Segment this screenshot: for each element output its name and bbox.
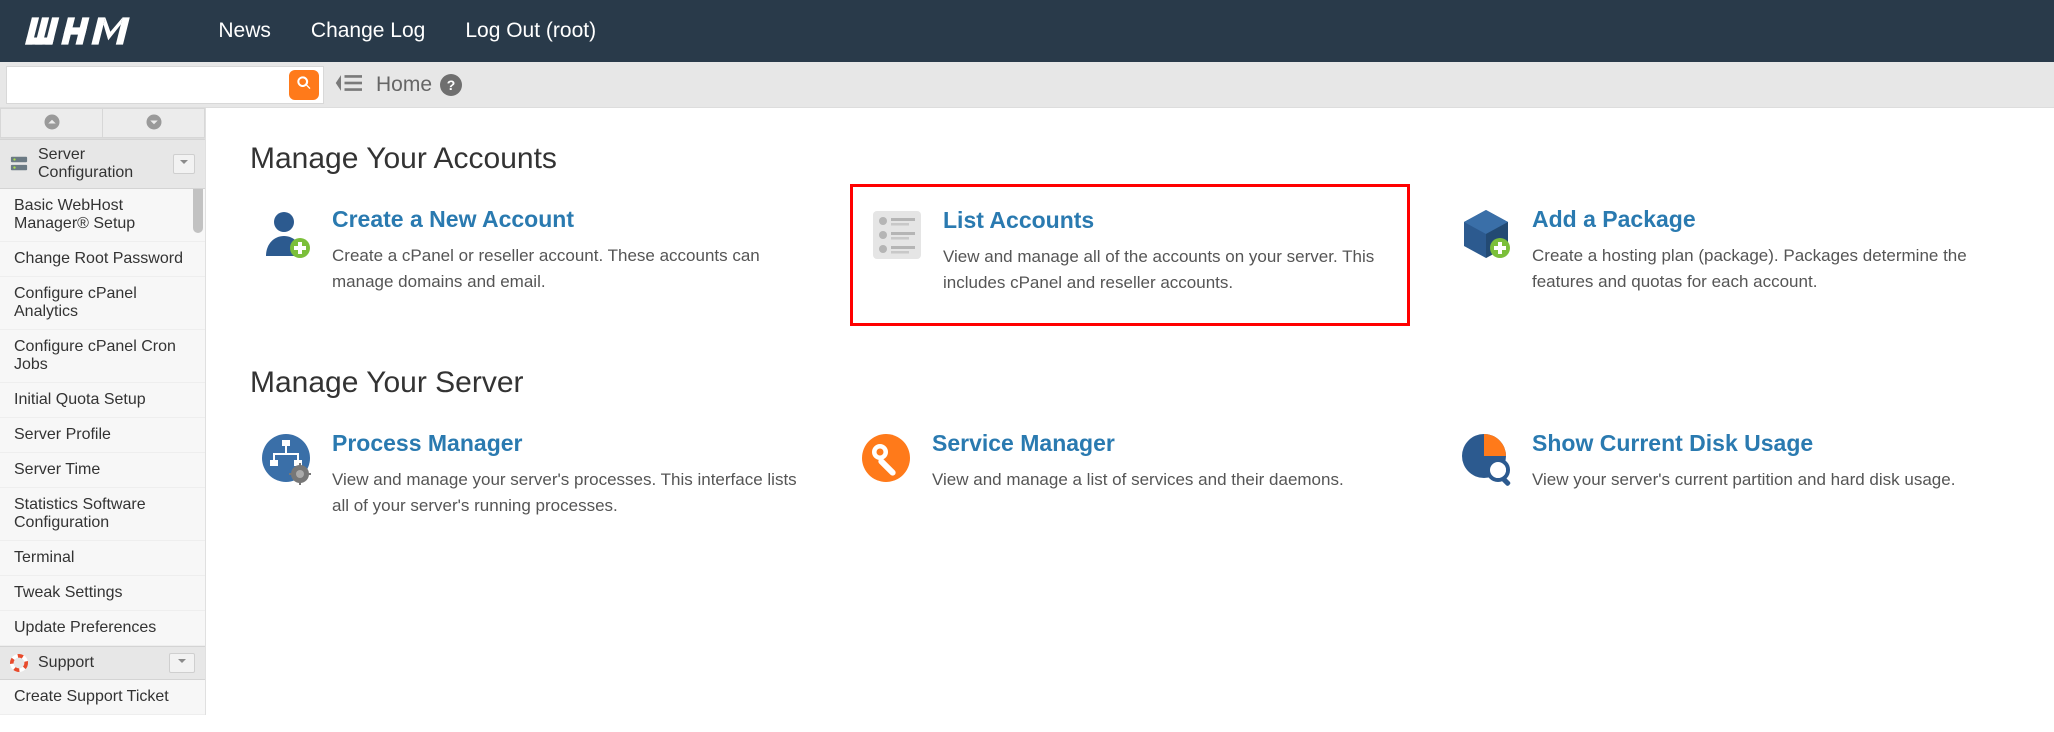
card-create-new-account[interactable]: Create a New Account Create a cPanel or …: [250, 198, 810, 326]
card-title[interactable]: List Accounts: [943, 207, 1391, 234]
sidebar-group-label: Support: [38, 654, 94, 672]
sidebar-item-server-time[interactable]: Server Time: [0, 453, 205, 488]
card-desc: View and manage all of the accounts on y…: [943, 244, 1391, 295]
chevron-up-icon: [43, 113, 61, 134]
search-box: [6, 66, 324, 104]
chevron-down-icon: [176, 654, 188, 672]
process-manager-icon: [258, 430, 314, 486]
search-input[interactable]: [15, 67, 283, 103]
search-button[interactable]: [289, 70, 319, 100]
nav-log-out[interactable]: Log Out (root): [465, 19, 596, 43]
sidebar-item-update-preferences[interactable]: Update Preferences: [0, 611, 205, 646]
sidebar-collapse-all[interactable]: [0, 108, 103, 138]
create-account-icon: [258, 206, 314, 262]
group-toggle[interactable]: [173, 154, 195, 174]
sidebar-item-terminal[interactable]: Terminal: [0, 541, 205, 576]
secondary-bar: Home ?: [0, 62, 2054, 108]
server-config-icon: [10, 155, 28, 173]
sidebar-group-support[interactable]: Support: [0, 646, 205, 680]
card-title[interactable]: Service Manager: [932, 430, 1402, 457]
list-accounts-icon: [869, 207, 925, 263]
cards-row-accounts: Create a New Account Create a cPanel or …: [250, 198, 2010, 326]
card-desc: View your server's current partition and…: [1532, 467, 2002, 493]
support-icon: [10, 654, 28, 672]
card-title[interactable]: Create a New Account: [332, 206, 802, 233]
sidebar-item-configure-cpanel-cron-jobs[interactable]: Configure cPanel Cron Jobs: [0, 330, 205, 383]
disk-usage-icon: [1458, 430, 1514, 486]
card-desc: Create a cPanel or reseller account. The…: [332, 243, 802, 294]
menu-collapse-icon: [334, 82, 362, 98]
whm-logo[interactable]: [20, 13, 178, 49]
card-process-manager[interactable]: Process Manager View and manage your ser…: [250, 422, 810, 526]
add-package-icon: [1458, 206, 1514, 262]
sidebar-group-server-configuration[interactable]: Server Configuration: [0, 139, 205, 189]
nav-change-log[interactable]: Change Log: [311, 19, 425, 43]
card-desc: View and manage a list of services and t…: [932, 467, 1402, 493]
card-title[interactable]: Show Current Disk Usage: [1532, 430, 2002, 457]
chevron-down-icon: [178, 155, 190, 173]
section-title-manage-accounts: Manage Your Accounts: [250, 142, 2010, 176]
chevron-down-icon: [145, 113, 163, 134]
sidebar-item-create-support-ticket[interactable]: Create Support Ticket: [0, 680, 205, 715]
sidebar-item-statistics-software-configuration[interactable]: Statistics Software Configuration: [0, 488, 205, 541]
collapse-sidebar-button[interactable]: [334, 71, 362, 98]
card-desc: View and manage your server's processes.…: [332, 467, 802, 518]
sidebar-scroll[interactable]: Server Configuration Basic WebHost Manag…: [0, 139, 205, 715]
card-add-package[interactable]: Add a Package Create a hosting plan (pac…: [1450, 198, 2010, 326]
sidebar-item-server-profile[interactable]: Server Profile: [0, 418, 205, 453]
help-icon: ?: [447, 77, 456, 93]
main-area: Server Configuration Basic WebHost Manag…: [0, 108, 2054, 715]
card-service-manager[interactable]: Service Manager View and manage a list o…: [850, 422, 1410, 526]
card-show-disk-usage[interactable]: Show Current Disk Usage View your server…: [1450, 422, 2010, 526]
sidebar-group-label: Server Configuration: [38, 146, 163, 182]
card-title[interactable]: Add a Package: [1532, 206, 2002, 233]
card-desc: Create a hosting plan (package). Package…: [1532, 243, 2002, 294]
content: Manage Your Accounts Create a New Accoun…: [206, 108, 2054, 715]
cards-row-server: Process Manager View and manage your ser…: [250, 422, 2010, 526]
search-icon: [296, 75, 312, 94]
sidebar-expand-all[interactable]: [103, 108, 205, 138]
sidebar-nav-arrows: [0, 108, 205, 139]
group-toggle[interactable]: [169, 653, 195, 673]
section-title-manage-server: Manage Your Server: [250, 366, 2010, 400]
sidebar-item-initial-quota-setup[interactable]: Initial Quota Setup: [0, 383, 205, 418]
nav-news[interactable]: News: [218, 19, 271, 43]
card-list-accounts[interactable]: List Accounts View and manage all of the…: [850, 184, 1410, 326]
breadcrumb[interactable]: Home: [376, 73, 432, 97]
sidebar: Server Configuration Basic WebHost Manag…: [0, 108, 206, 715]
sidebar-item-basic-webhost-manager-setup[interactable]: Basic WebHost Manager® Setup: [0, 189, 205, 242]
service-manager-icon: [858, 430, 914, 486]
top-nav: News Change Log Log Out (root): [0, 0, 2054, 62]
sidebar-item-change-root-password[interactable]: Change Root Password: [0, 242, 205, 277]
card-title[interactable]: Process Manager: [332, 430, 802, 457]
help-button[interactable]: ?: [440, 74, 462, 96]
sidebar-item-tweak-settings[interactable]: Tweak Settings: [0, 576, 205, 611]
sidebar-item-configure-cpanel-analytics[interactable]: Configure cPanel Analytics: [0, 277, 205, 330]
